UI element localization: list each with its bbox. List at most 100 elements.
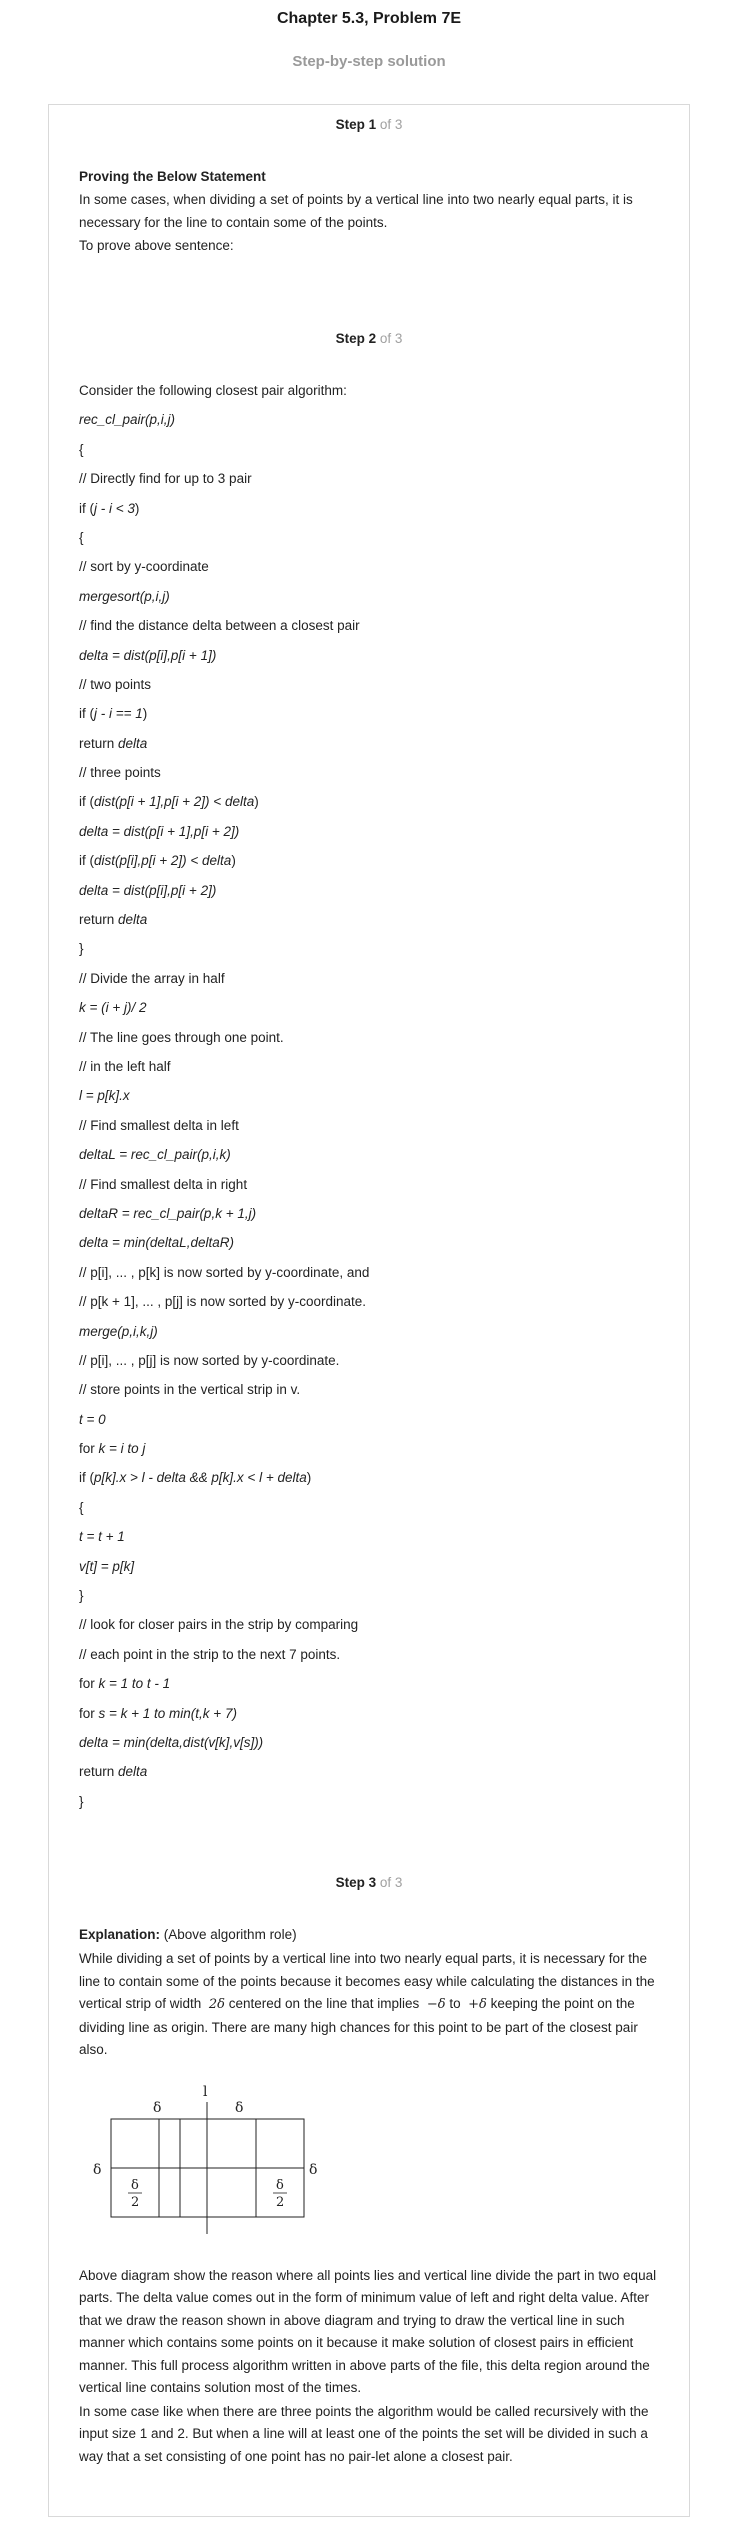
code-line: // p[i], ... , p[j] is now sorted by y-c…: [79, 1351, 664, 1380]
para1-text-b: centered on the line that implies: [228, 1996, 420, 2011]
code-line: // store points in the vertical strip in…: [79, 1380, 664, 1409]
math-two-delta: 2δ: [208, 1997, 225, 2012]
delta-left: δ: [93, 2162, 101, 2178]
code-token: delta: [118, 735, 148, 751]
code-line: if (j - i < 3): [79, 499, 664, 528]
code-line: delta = dist(p[i],p[i + 1]): [79, 646, 664, 675]
step-3-label: Step 3: [335, 1875, 377, 1890]
code-token: }: [79, 1793, 84, 1809]
code-token: for: [79, 1676, 99, 1692]
code-token: if (: [79, 853, 94, 869]
code-line: // each point in the strip to the next 7…: [79, 1645, 664, 1674]
code-token: ): [142, 706, 148, 722]
step-2-card: Step 2 of 3 Consider the following close…: [48, 319, 690, 1864]
code-line: t = t + 1: [79, 1527, 664, 1556]
code-token: k = (i + j)/ 2: [79, 1000, 147, 1016]
code-token: l = p[k].x: [79, 1088, 130, 1104]
explanation-note: (Above algorithm role): [160, 1927, 297, 1942]
math-neg-delta: −δ: [426, 1997, 446, 2012]
code-token: // Find smallest delta in right: [79, 1176, 248, 1192]
solution-subtitle: Step-by-step solution: [292, 53, 446, 70]
algorithm-code: rec_cl_pair(p,i,j) {// Directly find for …: [79, 410, 664, 1821]
half-delta-left-num: δ: [131, 2178, 139, 2193]
step-3-paragraph-3: In some case like when there are three p…: [79, 2403, 649, 2464]
para1-text-to: to: [449, 1996, 461, 2011]
delta-top-right: δ: [235, 2100, 243, 2116]
code-token: // look for closer pairs in the strip by…: [79, 1617, 359, 1633]
code-token: {: [79, 529, 84, 545]
half-delta-left-den: 2: [131, 2195, 139, 2210]
code-token: return: [79, 912, 119, 928]
step-2-of: of 3: [376, 331, 403, 346]
code-token: if (: [79, 1470, 94, 1486]
code-line: t = 0: [79, 1410, 664, 1439]
step-1-paragraph-2: To prove above sentence:: [79, 238, 234, 253]
explanation-heading: Explanation: (Above algorithm role): [79, 1923, 664, 1946]
code-token: }: [79, 941, 84, 957]
problem-title: Chapter 5.3, Problem 7E: [276, 10, 462, 27]
half-delta-right-num: δ: [276, 2178, 284, 2193]
step-2-header: Step 2 of 3: [49, 331, 689, 346]
code-token: p[k].x > l - delta && p[k].x < l + delta: [94, 1470, 307, 1486]
code-line: deltaL = rec_cl_pair(p,i,k): [79, 1145, 664, 1174]
code-token: // The line goes through one point.: [79, 1029, 284, 1045]
step-1-card: Step 1 of 3 Proving the Below Statement …: [48, 104, 690, 320]
code-token: // in the left half: [79, 1058, 171, 1074]
code-line: {: [79, 1498, 664, 1527]
step-1-header: Step 1 of 3: [49, 117, 689, 132]
step-3-paragraph-2: Above diagram show the reason where all …: [79, 2267, 657, 2396]
code-line: {: [79, 440, 664, 469]
code-line: if (dist(p[i],p[i + 2]) < delta): [79, 851, 664, 880]
code-token: return: [79, 1764, 119, 1780]
code-line: // find the distance delta between a clo…: [79, 616, 664, 645]
code-line: // look for closer pairs in the strip by…: [79, 1615, 664, 1644]
code-token: // Find smallest delta in left: [79, 1117, 239, 1133]
code-token: delta = dist(p[i + 1],p[i + 2]): [79, 823, 240, 839]
code-token: delta: [118, 912, 148, 928]
code-line: if (p[k].x > l - delta && p[k].x < l + d…: [79, 1468, 664, 1497]
step-1-paragraph: In some cases, when dividing a set of po…: [79, 192, 633, 230]
code-token: // find the distance delta between a clo…: [79, 618, 360, 634]
code-token: delta = min(delta,dist(v[k],v[s])): [79, 1734, 264, 1750]
code-line: delta = min(delta,dist(v[k],v[s])): [79, 1733, 664, 1762]
code-line: k = (i + j)/ 2: [79, 998, 664, 1027]
code-line: merge(p,i,k,j): [79, 1322, 664, 1351]
code-token: ): [134, 500, 140, 516]
code-token: // sort by y-coordinate: [79, 559, 209, 575]
step-1-heading: Proving the Below Statement: [79, 169, 266, 184]
code-line: // The line goes through one point.: [79, 1028, 664, 1057]
code-line: }: [79, 1586, 664, 1615]
code-token: j - i == 1: [94, 706, 143, 722]
code-token: dist(p[i + 1],p[i + 2]) < delta: [94, 794, 255, 810]
code-token: t = t + 1: [79, 1529, 125, 1545]
code-line: return delta: [79, 910, 664, 939]
code-line: rec_cl_pair(p,i,j): [79, 410, 664, 439]
code-token: dist(p[i],p[i + 2]) < delta: [94, 853, 232, 869]
code-line: mergesort(p,i,j): [79, 587, 664, 616]
code-token: rec_cl_pair(p,i,j): [79, 412, 176, 428]
line-label: l: [203, 2084, 208, 2100]
half-delta-right-den: 2: [276, 2195, 284, 2210]
step-3-paragraph-1: While dividing a set of points by a vert…: [79, 1948, 664, 2062]
code-token: ): [231, 853, 236, 869]
code-token: deltaL = rec_cl_pair(p,i,k): [79, 1147, 231, 1163]
code-token: delta = min(deltaL,deltaR): [79, 1235, 234, 1251]
code-line: // three points: [79, 763, 664, 792]
code-token: t = 0: [79, 1411, 106, 1427]
code-line: delta = dist(p[i],p[i + 2]): [79, 881, 664, 910]
code-token: return: [79, 735, 119, 751]
code-token: // store points in the vertical strip in…: [79, 1382, 301, 1398]
code-line: for k = 1 to t - 1: [79, 1674, 664, 1703]
code-line: // Find smallest delta in left: [79, 1116, 664, 1145]
delta-top-left: δ: [153, 2100, 161, 2116]
code-token: delta = dist(p[i],p[i + 1]): [79, 647, 217, 663]
code-token: // two points: [79, 676, 152, 692]
step-1-label: Step 1: [335, 117, 377, 132]
step-3-of: of 3: [376, 1875, 403, 1890]
code-line: deltaR = rec_cl_pair(p,k + 1,j): [79, 1204, 664, 1233]
code-token: ): [306, 1470, 312, 1486]
code-line: l = p[k].x: [79, 1086, 664, 1115]
code-line: for k = i to j: [79, 1439, 664, 1468]
code-line: {: [79, 528, 664, 557]
code-token: if (: [79, 706, 94, 722]
